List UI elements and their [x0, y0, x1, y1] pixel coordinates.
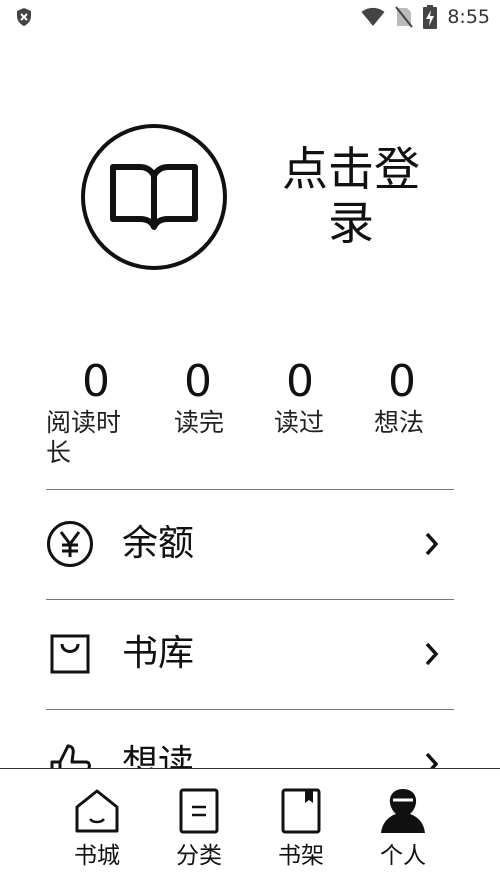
bottom-nav: 书城 分类 书架 个人 — [0, 768, 500, 889]
menu-item-balance[interactable]: 余额 — [46, 490, 454, 598]
status-icons: 8:55 — [361, 5, 490, 29]
stat-thoughts[interactable]: 0 想法 — [352, 356, 454, 476]
stat-label: 想法 — [374, 408, 425, 437]
nav-label: 分类 — [176, 843, 222, 869]
profile-header: 点击登录 — [0, 120, 500, 270]
nav-item-bookstore[interactable]: 书城 — [46, 769, 148, 889]
menu-label: 书库 — [122, 633, 195, 674]
nav-label: 个人 — [380, 843, 426, 869]
nav-item-bookshelf[interactable]: 书架 — [250, 769, 352, 889]
category-icon — [179, 788, 219, 834]
login-button[interactable]: 点击登录 — [262, 142, 440, 250]
nav-item-profile[interactable]: 个人 — [352, 769, 454, 889]
reading-stats: 0 阅读时长 0 读完 0 读过 0 想法 — [46, 356, 456, 476]
yen-icon — [47, 521, 93, 567]
menu-label: 余额 — [122, 523, 195, 564]
book-avatar-icon[interactable] — [80, 123, 228, 271]
status-time: 8:55 — [447, 6, 490, 28]
stat-label: 读完 — [174, 408, 225, 437]
nav-item-category[interactable]: 分类 — [148, 769, 250, 889]
no-sim-icon — [395, 6, 414, 28]
wifi-icon — [361, 7, 385, 26]
nav-label: 书架 — [278, 843, 324, 869]
menu-item-library[interactable]: 书库 — [46, 600, 454, 708]
battery-charging-icon — [423, 5, 438, 29]
stat-value: 0 — [286, 356, 314, 407]
nav-label: 书城 — [74, 843, 120, 869]
status-bar: 8:55 — [0, 0, 500, 34]
stat-label: 读过 — [274, 408, 325, 437]
stat-read[interactable]: 0 读过 — [250, 356, 352, 476]
person-icon — [381, 789, 425, 833]
shield-x-icon — [17, 8, 31, 26]
stat-value: 0 — [388, 356, 416, 407]
bookshelf-icon — [281, 788, 321, 834]
stat-reading-time[interactable]: 0 阅读时长 — [46, 356, 148, 476]
chevron-right-icon — [425, 532, 439, 556]
stat-finished[interactable]: 0 读完 — [148, 356, 250, 476]
bag-icon — [50, 634, 90, 674]
stat-value: 0 — [82, 356, 110, 407]
stat-value: 0 — [184, 356, 212, 407]
chevron-right-icon — [425, 642, 439, 666]
home-icon — [75, 789, 119, 833]
stat-label: 阅读时长 — [46, 408, 122, 467]
